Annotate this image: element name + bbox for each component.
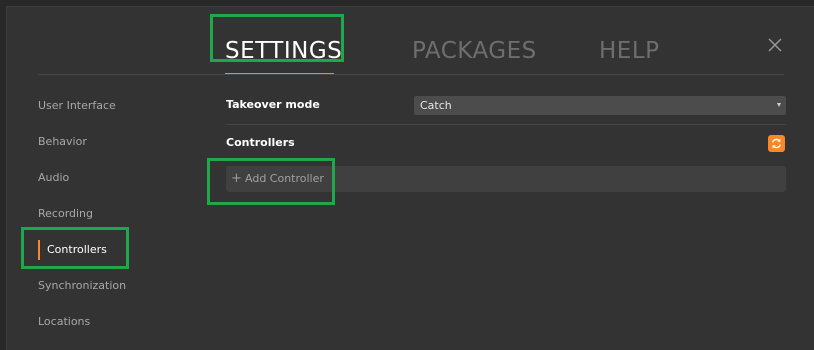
header-divider	[38, 74, 784, 75]
highlight-box-settings-tab	[210, 14, 344, 62]
sidebar-item-synchronization[interactable]: Synchronization	[38, 275, 126, 297]
screen: SETTINGS PACKAGES HELP User Interface Be…	[0, 0, 814, 350]
tab-help[interactable]: HELP	[599, 35, 660, 67]
sidebar-item-behavior[interactable]: Behavior	[38, 131, 87, 153]
refresh-controllers-button[interactable]	[768, 135, 785, 152]
chevron-down-icon	[777, 103, 781, 107]
takeover-mode-value: Catch	[420, 99, 452, 112]
close-icon	[768, 38, 782, 52]
sidebar-item-user-interface[interactable]: User Interface	[38, 95, 116, 117]
tab-packages[interactable]: PACKAGES	[412, 35, 537, 67]
refresh-icon	[771, 138, 782, 149]
sidebar-item-recording[interactable]: Recording	[38, 203, 93, 225]
highlight-box-add-controller	[207, 158, 335, 205]
row-divider	[226, 124, 786, 125]
controllers-section-label: Controllers	[226, 136, 295, 149]
close-button[interactable]	[767, 37, 783, 53]
highlight-box-controllers-item	[21, 227, 129, 269]
sidebar-item-locations[interactable]: Locations	[38, 311, 90, 333]
takeover-mode-label: Takeover mode	[226, 98, 320, 111]
sidebar-item-audio[interactable]: Audio	[38, 167, 69, 189]
settings-dialog: SETTINGS PACKAGES HELP User Interface Be…	[6, 6, 814, 350]
takeover-mode-select[interactable]: Catch	[414, 96, 786, 115]
